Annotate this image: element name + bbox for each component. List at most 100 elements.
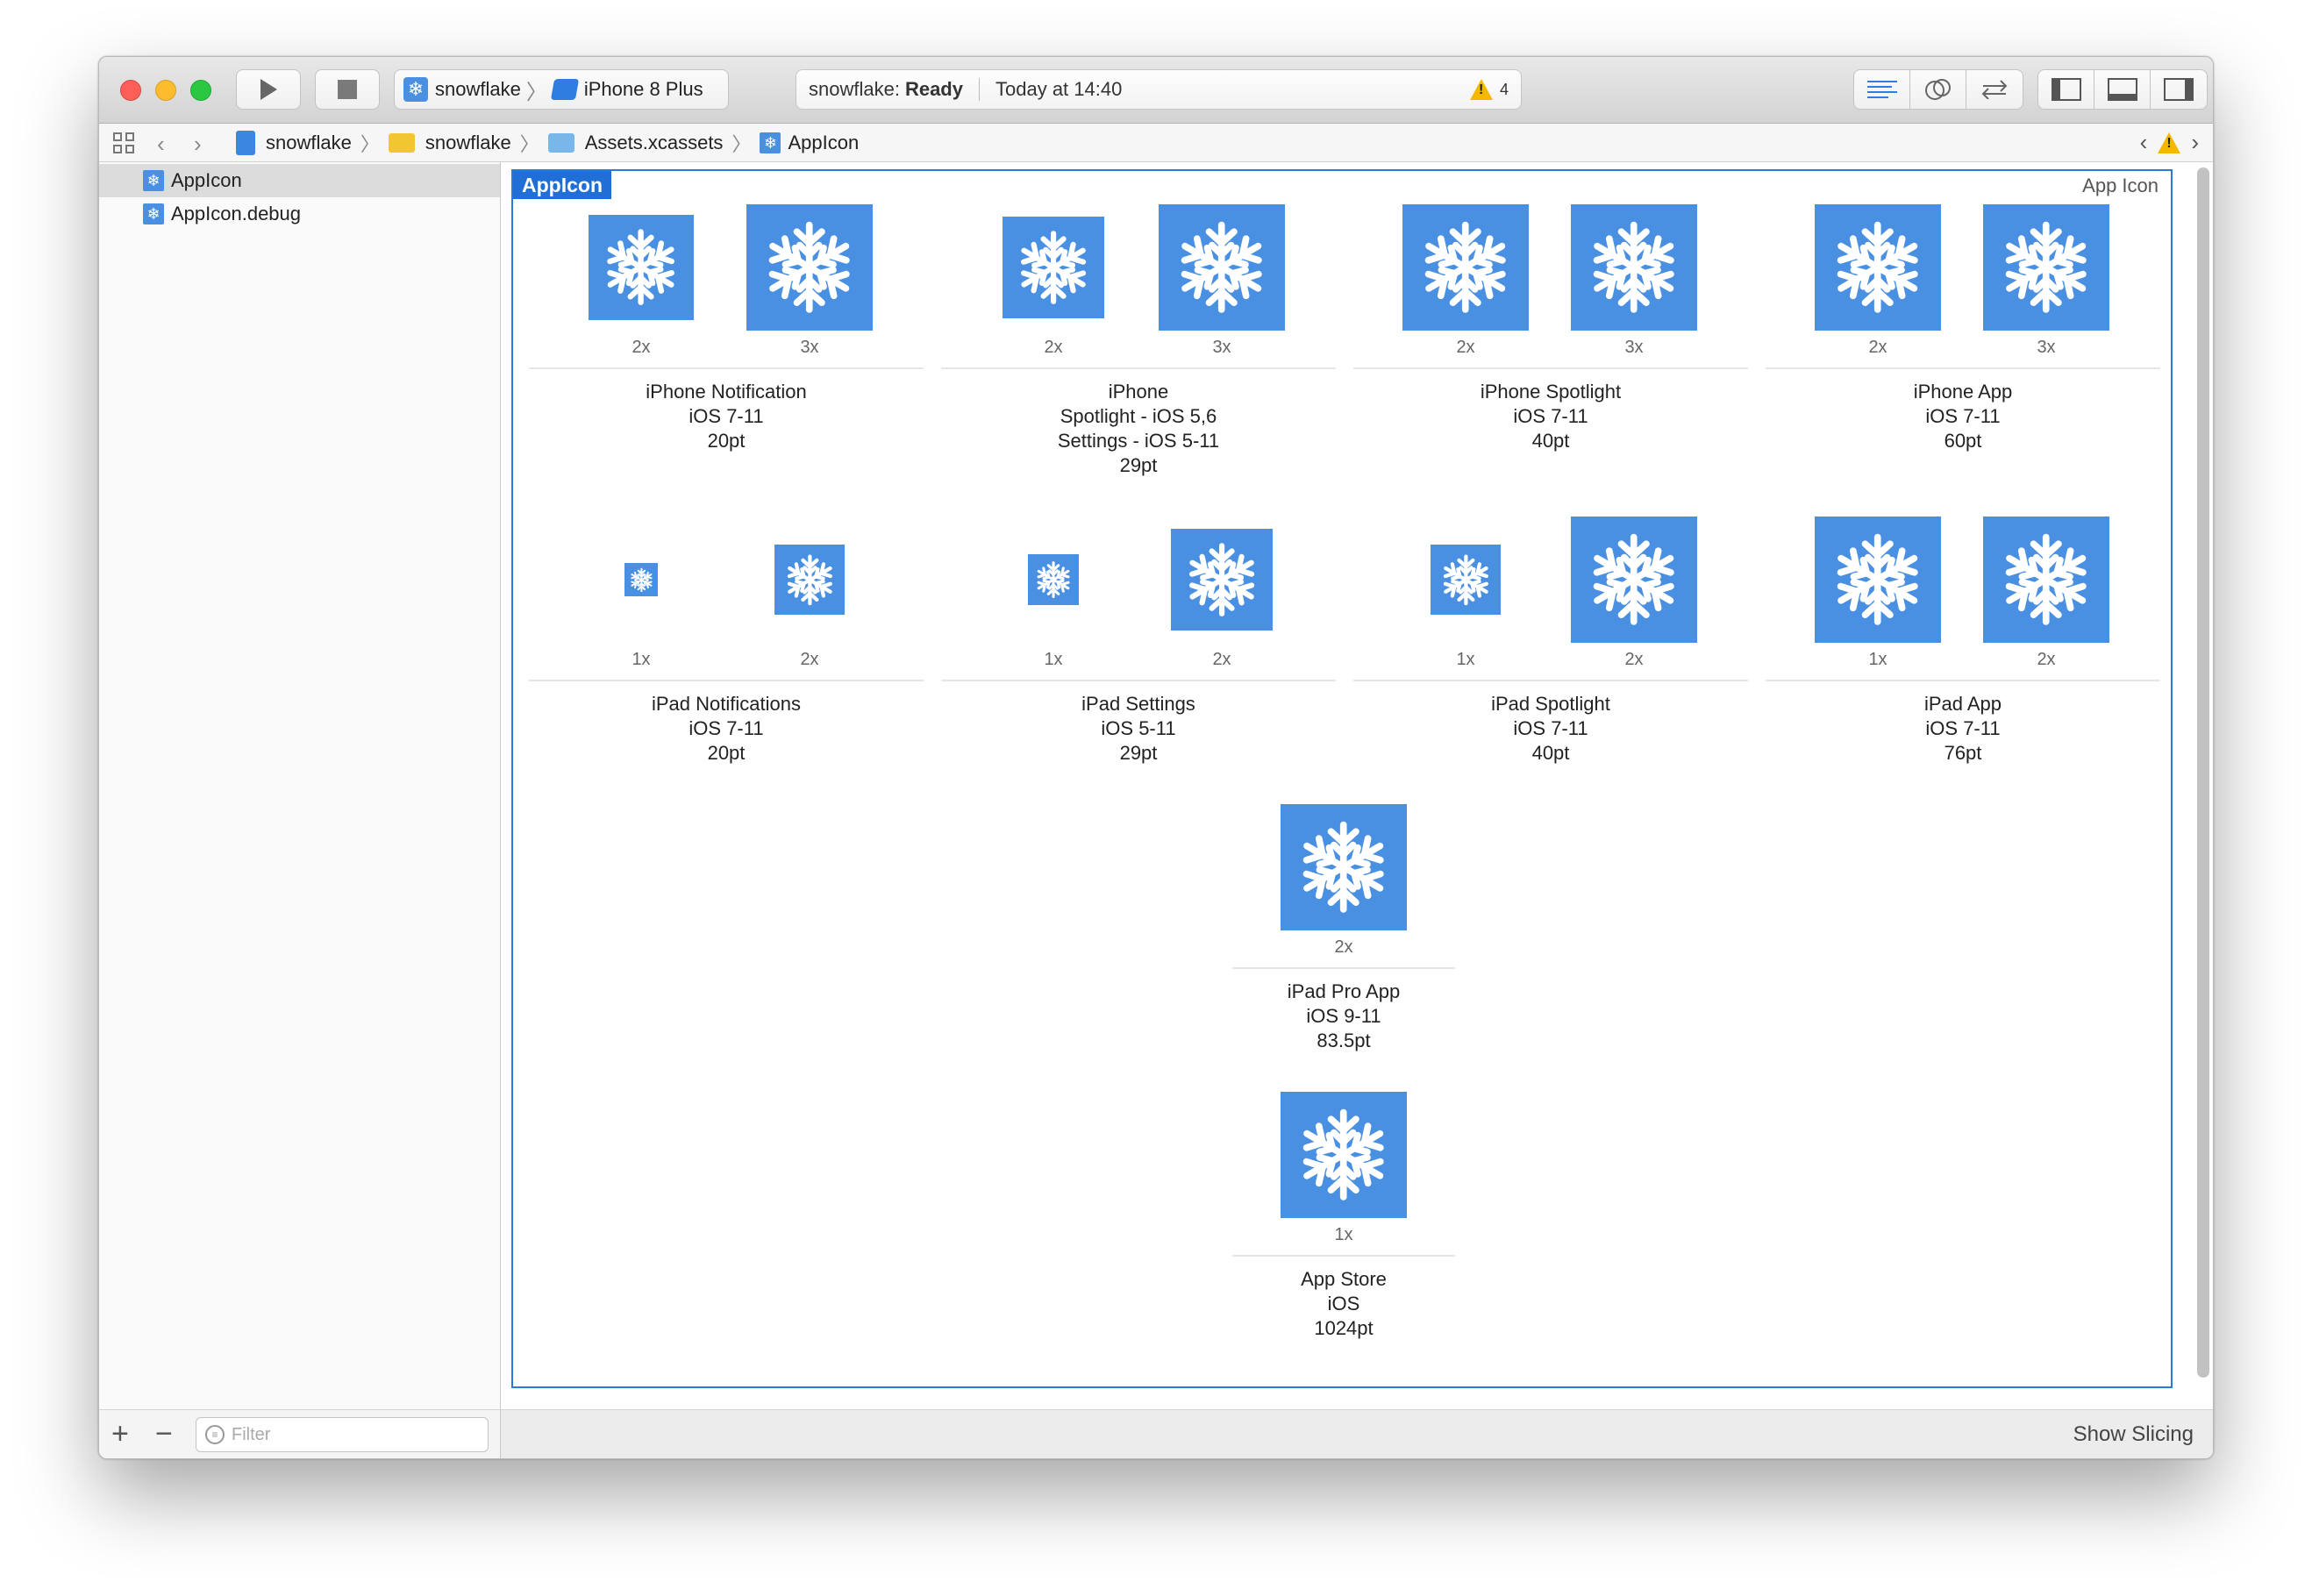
snowflake-icon[interactable]	[1815, 204, 1941, 331]
remove-asset-button[interactable]: −	[155, 1417, 173, 1451]
chevron-right-icon: 〉	[519, 133, 539, 155]
filter-field[interactable]: ≡ Filter	[196, 1417, 489, 1452]
sidebar-item-appicon[interactable]: ❄ AppIcon	[99, 164, 500, 197]
next-issue-chevron-icon[interactable]: ›	[2191, 129, 2199, 156]
asset-set-frame: AppIcon App Icon 2x 3x iPhone Notification…	[511, 169, 2173, 1388]
snowflake-glyph-icon	[1020, 231, 1087, 304]
activity-status: Ready	[904, 78, 963, 100]
stop-button[interactable]	[315, 69, 380, 110]
sidebar-item-appicon-debug[interactable]: ❄ AppIcon.debug	[99, 197, 500, 231]
breadcrumb-item-project[interactable]: snowflake 〉	[236, 129, 389, 157]
scale-label: 3x	[800, 338, 819, 357]
scale-label: 1x	[1044, 650, 1063, 669]
divider	[1353, 680, 1748, 681]
snowflake-icon[interactable]	[1983, 204, 2109, 331]
icon-group: 1x App Store iOS 1024pt	[1232, 1092, 1455, 1355]
icon-group-title-line: iPhone App	[1913, 381, 2013, 403]
snowflake-glyph-icon	[1188, 543, 1255, 616]
editor-footer: Show Slicing	[501, 1409, 2213, 1458]
icon-group-title-line: App Store	[1301, 1268, 1387, 1290]
close-window-button[interactable]	[120, 80, 141, 101]
scale-label: 2x	[1044, 338, 1063, 357]
snowflake-icon[interactable]	[624, 563, 658, 596]
icon-group: 1x 2x iPad Spotlight iOS 7-11 40pt	[1353, 517, 1748, 780]
breadcrumb-item-appicon[interactable]: ❄ AppIcon	[760, 132, 859, 154]
snowflake-icon[interactable]	[589, 215, 694, 320]
snowflake-icon[interactable]	[1281, 1092, 1407, 1218]
asset-set-name[interactable]: AppIcon	[513, 171, 611, 199]
arrows-icon	[1981, 80, 2008, 99]
previous-issue-chevron-icon[interactable]: ‹	[2140, 129, 2148, 156]
filter-placeholder: Filter	[232, 1424, 271, 1444]
scale-label: 2x	[1624, 650, 1644, 669]
snowflake-icon[interactable]	[1571, 517, 1697, 643]
icon-group-title-line: iPad App	[1923, 693, 2002, 715]
forward-chevron-icon[interactable]: ›	[194, 131, 202, 158]
breadcrumb-item-catalog[interactable]: Assets.xcassets 〉	[547, 129, 760, 157]
snowflake-icon: ❄	[143, 203, 164, 224]
snowflake-icon[interactable]	[1159, 204, 1285, 331]
warning-icon[interactable]	[2158, 132, 2181, 153]
chevron-right-icon: 〉	[525, 80, 547, 104]
minimize-window-button[interactable]	[155, 80, 176, 101]
vertical-scrollbar[interactable]	[2197, 167, 2209, 1378]
breadcrumb-item-group[interactable]: snowflake 〉	[388, 129, 548, 157]
icon-group-title-line: Spotlight - iOS 5,6	[1060, 405, 1217, 427]
asset-set-type: App Icon	[2082, 175, 2159, 196]
snowflake-icon[interactable]	[746, 204, 873, 331]
toggle-inspector-button[interactable]	[2151, 70, 2207, 109]
run-button[interactable]	[236, 69, 301, 110]
snowflake-icon[interactable]	[1431, 545, 1501, 615]
sidebar-item-label: AppIcon	[171, 169, 242, 191]
snowflake-icon[interactable]	[1028, 554, 1079, 605]
asset-catalog-icon	[547, 133, 574, 153]
toggle-debug-area-button[interactable]	[2094, 70, 2151, 109]
add-asset-button[interactable]: +	[111, 1417, 129, 1451]
icon-group-title-line: 83.5pt	[1317, 1030, 1371, 1051]
icon-group-title-line: iPad Settings	[1081, 693, 1195, 715]
divider	[1232, 1255, 1455, 1257]
snowflake-icon[interactable]	[1815, 517, 1941, 643]
snowflake-icon: ❄	[760, 132, 781, 153]
scheme-selector[interactable]: ❄ snowflake 〉 iPhone 8 Plus	[394, 69, 729, 110]
assistant-editor-button[interactable]	[1910, 70, 1966, 109]
issue-navigation: ‹ ›	[2140, 129, 2199, 156]
snowflake-icon[interactable]	[1983, 517, 2109, 643]
snowflake-icon[interactable]	[1281, 804, 1407, 930]
scale-label: 1x	[632, 650, 651, 669]
warnings-indicator[interactable]: 4	[1469, 79, 1509, 100]
icon-group-title-line: iOS 7-11	[689, 405, 764, 427]
device-name: iPhone 8 Plus	[583, 78, 703, 100]
snowflake-icon[interactable]	[774, 545, 845, 615]
icon-group-title-line: iPhone Spotlight	[1480, 381, 1622, 403]
related-items-grid-icon[interactable]	[113, 132, 136, 155]
icon-group-title-line: 40pt	[1531, 742, 1570, 764]
snowflake-icon[interactable]	[1003, 217, 1104, 318]
scheme-name: snowflake	[435, 78, 521, 100]
icon-group-title-line: iOS 5-11	[1101, 717, 1176, 739]
chevron-right-icon: 〉	[360, 133, 380, 155]
scale-label: 2x	[1212, 650, 1231, 669]
version-editor-button[interactable]	[1966, 70, 2023, 109]
show-slicing-button[interactable]: Show Slicing	[2073, 1422, 2194, 1447]
snowflake-icon[interactable]	[1171, 529, 1273, 631]
snowflake-icon: ❄	[403, 77, 428, 102]
toggle-navigator-button[interactable]	[2038, 70, 2094, 109]
snowflake-icon[interactable]	[1402, 204, 1529, 331]
back-chevron-icon[interactable]: ‹	[157, 131, 165, 158]
icon-group-title: iPhone Spotlight iOS 7-11 40pt	[1353, 380, 1748, 453]
snowflake-glyph-icon	[1443, 554, 1488, 605]
divider	[1232, 967, 1455, 969]
standard-editor-button[interactable]	[1854, 70, 1910, 109]
icon-group-title-line: iOS 7-11	[1925, 717, 2001, 739]
snowflake-glyph-icon	[607, 229, 675, 306]
icon-group-title-line: iOS 7-11	[1925, 405, 2001, 427]
zoom-window-button[interactable]	[190, 80, 211, 101]
divider	[1766, 680, 2160, 681]
snowflake-icon[interactable]	[1571, 204, 1697, 331]
icon-group-title-line: iPad Notifications	[652, 693, 801, 715]
icon-group-title: iPad Spotlight iOS 7-11 40pt	[1353, 692, 1748, 766]
warning-icon	[1469, 79, 1493, 100]
icon-group: 2x iPad Pro App iOS 9-11 83.5pt	[1232, 804, 1455, 1067]
divider	[979, 78, 980, 101]
